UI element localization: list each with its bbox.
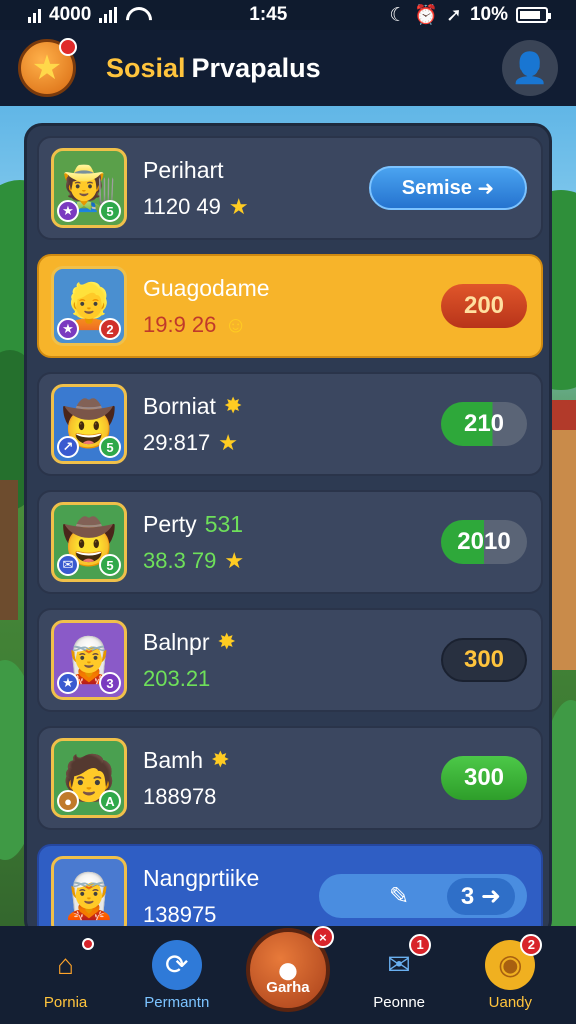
rank-badge-left: ★: [57, 672, 79, 694]
notification-badge: 2: [520, 933, 543, 956]
wifi-icon: [125, 7, 147, 23]
sparkle-icon: ✸: [217, 629, 236, 654]
nav-label: Permantn: [144, 993, 210, 1011]
player-score: 29:817: [143, 429, 211, 455]
smiley-icon: ☺: [224, 311, 247, 337]
nav-label: Garha: [266, 979, 310, 996]
sparkle-icon: ✸: [211, 747, 230, 772]
player-name: Bamh: [143, 746, 204, 773]
player-name: Balnpr: [143, 628, 210, 655]
notification-badge: 1: [409, 933, 432, 956]
rank-badge-left: ●: [57, 790, 79, 812]
notification-dot: [81, 937, 94, 950]
profile-icon[interactable]: 👤: [502, 40, 558, 96]
player-name: Perihart: [143, 156, 224, 183]
battery-icon: [515, 7, 551, 23]
player-name: Nangprtiike: [143, 864, 260, 891]
serve-button[interactable]: Semise ➜: [369, 166, 527, 210]
nav-item-refresh[interactable]: ⟳ Permantn: [127, 939, 227, 1011]
avatar: 🧑‍🌾 ★ 5: [51, 148, 127, 228]
clock: 1:45: [249, 4, 288, 25]
signal-icon-2: [99, 7, 118, 23]
battery-text: 10%: [469, 4, 508, 25]
leaderboard-row-highlighted[interactable]: 👱 ★ 2 Guagodame 19:9 26 ☺ 200: [37, 254, 543, 358]
rank-badge-left: ★: [57, 318, 79, 340]
bottom-nav: ⌂ Pornia ⟳ Permantn ● × Garha ✉ 1 Peonne…: [0, 926, 576, 1024]
score-pill[interactable]: 300: [441, 638, 527, 682]
action-button[interactable]: ✎ 3 ➜: [319, 874, 527, 918]
star-icon: ★: [228, 193, 249, 219]
nav-item-home[interactable]: ⌂ Pornia: [16, 937, 116, 1011]
pencil-icon: ✎: [389, 882, 410, 910]
rank-badge-left: ★: [57, 200, 79, 222]
arrow-right-icon: ➜: [480, 882, 501, 910]
sparkle-icon: ✸: [223, 393, 243, 418]
score-pill[interactable]: 300: [441, 756, 527, 800]
rank-badge-left: ↗: [57, 436, 79, 458]
nav-label: Peonne: [373, 993, 426, 1011]
leaderboard-row[interactable]: 🧑‍🌾 ★ 5 Perihart 1120 49 ★ Semise ➜: [37, 136, 543, 240]
player-score: 138975: [143, 901, 217, 927]
notification-dot: [59, 38, 77, 56]
leaderboard-row[interactable]: 🧝 ★ 3 Balnpr ✸ 203.21 300: [37, 608, 543, 712]
score-pill[interactable]: 210: [441, 402, 527, 446]
avatar: 🤠 ✉ 5: [51, 502, 127, 582]
status-bar: 4000 1:45 ☾ ⏰ ➚ 10%: [0, 0, 576, 30]
player-score: 1120 49: [143, 193, 221, 219]
rank-badge: 5: [99, 436, 121, 458]
signal-text: 4000: [49, 4, 92, 25]
player-score: 203.21: [143, 665, 211, 691]
star-icon[interactable]: ★: [18, 38, 77, 97]
avatar: 🧑 ● A: [51, 738, 127, 818]
star-icon: ★: [218, 429, 239, 455]
arrow-right-icon: ➜: [477, 177, 495, 200]
player-name: Borniat: [143, 392, 216, 419]
rank-badge: 3: [99, 672, 121, 694]
player-score: 19:9 26: [143, 311, 217, 337]
app-header: ★ Sosial Prvapalus 👤: [0, 30, 576, 106]
rank-badge-left: ✉: [57, 554, 79, 576]
rank-badge: A: [99, 790, 121, 812]
star-icon: ★: [224, 547, 245, 573]
player-level: 531: [204, 510, 244, 537]
location-icon: ➚: [446, 4, 462, 26]
rank-badge: 2: [99, 318, 121, 340]
leaderboard-row[interactable]: 🤠 ↗ 5 Borniat ✸ 29:817 ★ 210: [37, 372, 543, 476]
notification-badge: ×: [311, 926, 334, 948]
page-title: Sosial Prvapalus: [106, 52, 321, 83]
rank-badge: 5: [99, 200, 121, 222]
nav-item-mail[interactable]: ✉ 1 Peonne: [349, 933, 449, 1011]
moon-icon: ☾: [389, 4, 407, 26]
leaderboard-row[interactable]: 🤠 ✉ 5 Perty 531 38.3 79 ★ 2010: [37, 490, 543, 594]
player-name: Perty: [143, 510, 197, 537]
rank-badge: 5: [99, 554, 121, 576]
avatar: 🧝 ★ 3: [51, 620, 127, 700]
leaderboard-row[interactable]: 🧝 Nangprtiike 138975 ✎ 3 ➜: [37, 844, 543, 935]
avatar: 👱 ★ 2: [51, 266, 127, 346]
avatar: 🤠 ↗ 5: [51, 384, 127, 464]
nav-label: Uandy: [488, 993, 533, 1011]
score-pill[interactable]: 2010: [441, 520, 527, 564]
signal-icon: [28, 7, 41, 23]
avatar: 🧝: [51, 856, 127, 935]
player-score: 188978: [143, 783, 217, 809]
refresh-icon: ⟳: [151, 939, 202, 990]
alarm-icon: ⏰: [414, 5, 439, 26]
player-name: Guagodame: [143, 274, 270, 301]
score-pill[interactable]: 200: [441, 284, 527, 328]
leaderboard-panel: 🧑‍🌾 ★ 5 Perihart 1120 49 ★ Semise ➜ 👱 ★ 2…: [24, 123, 552, 938]
nav-item-coins[interactable]: ◉ 2 Uandy: [460, 933, 560, 1011]
leaderboard-row[interactable]: 🧑 ● A Bamh ✸ 188978 300: [37, 726, 543, 830]
player-score: 38.3 79: [143, 547, 217, 573]
nav-label: Pornia: [43, 993, 88, 1011]
nav-item-play[interactable]: ● × Garha: [238, 926, 338, 1012]
